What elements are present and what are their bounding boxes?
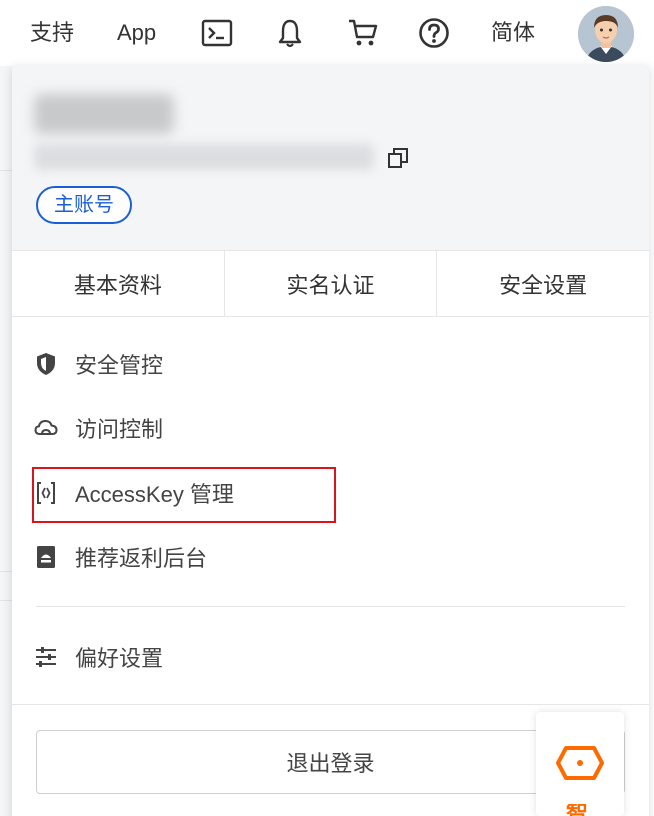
- key-icon: [34, 481, 58, 505]
- copy-icon[interactable]: [386, 146, 410, 170]
- background-page: [0, 66, 12, 816]
- account-dropdown: 主账号 基本资料 实名认证 安全设置 安全管控 访问控制 AccessKey 管…: [12, 66, 649, 816]
- box-icon: [554, 742, 606, 789]
- book-icon: [34, 545, 58, 569]
- bell-icon[interactable]: [273, 16, 307, 50]
- main-account-badge: 主账号: [36, 186, 132, 224]
- top-navbar: 支持 App 简体: [0, 0, 654, 66]
- menu-item-label: 推荐返利后台: [75, 546, 208, 571]
- sliders-icon: [34, 645, 58, 669]
- account-name-redacted: [34, 94, 174, 134]
- nav-app[interactable]: App: [117, 18, 156, 48]
- bg-divider: [0, 170, 12, 171]
- menu-item-label: AccessKey 管理: [75, 482, 234, 507]
- avatar[interactable]: [578, 6, 634, 62]
- bg-divider: [0, 571, 12, 572]
- bg-divider: [0, 600, 12, 601]
- menu-item-label: 安全管控: [75, 353, 164, 378]
- menu-item-label: 访问控制: [75, 417, 164, 442]
- help-icon[interactable]: [417, 16, 451, 50]
- cart-icon[interactable]: [346, 16, 380, 50]
- menu-item-security-control[interactable]: 安全管控: [34, 344, 163, 384]
- tab-real-name[interactable]: 实名认证: [223, 251, 437, 316]
- account-tabs: 基本资料 实名认证 安全设置: [12, 251, 649, 317]
- nav-support[interactable]: 支持: [30, 18, 74, 48]
- menu-divider: [36, 606, 625, 607]
- account-header: 主账号: [12, 66, 649, 251]
- assistant-widget[interactable]: 智: [536, 712, 624, 816]
- nav-language[interactable]: 简体: [491, 18, 535, 48]
- shield-icon: [34, 352, 58, 376]
- assistant-label: 智: [566, 804, 596, 816]
- tab-basic-info[interactable]: 基本资料: [12, 251, 224, 316]
- tab-security-settings[interactable]: 安全设置: [436, 251, 649, 316]
- cloud-icon: [34, 416, 58, 440]
- menu-item-accesskey[interactable]: AccessKey 管理: [34, 473, 234, 513]
- terminal-icon[interactable]: [200, 16, 234, 50]
- footer-divider: [12, 704, 649, 705]
- menu-item-access-control[interactable]: 访问控制: [34, 408, 163, 448]
- menu-item-preferences[interactable]: 偏好设置: [34, 637, 163, 677]
- account-id-redacted: [34, 144, 374, 170]
- menu-item-label: 偏好设置: [75, 646, 164, 671]
- menu-item-referral[interactable]: 推荐返利后台: [34, 537, 207, 577]
